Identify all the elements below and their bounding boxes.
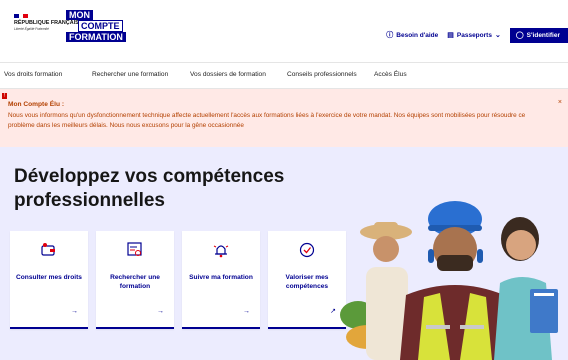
bell-icon (213, 245, 229, 258)
external-link-icon: ↗ (330, 308, 336, 315)
header-tools: ⓘ Besoin d'aide ▤ Passeports ⌄ ◯ S'ident… (386, 28, 568, 43)
check-circle-icon (299, 242, 315, 258)
nav-item-dossiers[interactable]: Vos dossiers de formation (190, 71, 266, 78)
brand-line-3: FORMATION (66, 32, 126, 42)
brand-line-2: COMPTE (78, 20, 123, 32)
user-icon: ◯ (515, 32, 524, 39)
search-document-icon (127, 242, 142, 256)
alert-message: Nous vous informons qu'un dysfonctionnem… (8, 112, 526, 129)
nav-item-droits[interactable]: Vos droits formation (4, 71, 62, 78)
alert-title: Mon Compte Élu : (8, 101, 65, 108)
passports-menu[interactable]: ▤ Passeports ⌄ (447, 32, 501, 39)
professionals-photo (340, 201, 558, 360)
help-link-label: Besoin d'aide (396, 32, 439, 39)
alert-badge: ! (2, 93, 7, 99)
help-link[interactable]: ⓘ Besoin d'aide (386, 32, 438, 39)
card-label: Consulter mes droits (16, 274, 82, 281)
card-label: Suivre ma formation (189, 274, 253, 281)
card-rechercher-formation[interactable]: Rechercher une formation → (96, 231, 174, 329)
arrow-right-icon: → (157, 308, 164, 315)
main-nav: Vos droits formation Rechercher une form… (0, 63, 568, 89)
login-button-label: S'identifier (526, 32, 560, 39)
arrow-right-icon: → (71, 308, 78, 315)
flag-icon (14, 14, 29, 18)
help-circle-icon: ⓘ (386, 32, 394, 39)
brand-line-1: MON (66, 10, 93, 20)
card-label: Valoriser mes compétences (285, 274, 329, 290)
arrow-right-icon: → (243, 308, 250, 315)
nav-item-conseils[interactable]: Conseils professionnels (287, 71, 357, 78)
chevron-down-icon: ⌄ (494, 32, 501, 39)
card-valoriser-competences[interactable]: Valoriser mes compétences ↗ (268, 231, 346, 329)
gov-motto: Liberté Égalité Fraternité (14, 27, 49, 31)
card-label: Rechercher une formation (110, 274, 160, 290)
hero-section: Développez vos compétences professionnel… (0, 147, 568, 360)
login-button[interactable]: ◯ S'identifier (509, 28, 568, 43)
card-suivre-formation[interactable]: Suivre ma formation → (182, 231, 260, 329)
republique-francaise-logo[interactable]: RÉPUBLIQUE FRANÇAISE Liberté Égalité Fra… (14, 14, 83, 32)
close-icon[interactable]: × (558, 99, 562, 106)
nav-item-rechercher[interactable]: Rechercher une formation (92, 71, 168, 78)
hero-title: Développez vos compétences professionnel… (14, 166, 285, 211)
card-consulter-droits[interactable]: Consulter mes droits → (10, 231, 88, 329)
passport-icon: ▤ (447, 32, 454, 39)
passports-label: Passeports (456, 32, 492, 39)
page: RÉPUBLIQUE FRANÇAISE Liberté Égalité Fra… (0, 0, 568, 360)
site-header: RÉPUBLIQUE FRANÇAISE Liberté Égalité Fra… (0, 0, 568, 63)
action-cards: Consulter mes droits → Rechercher une fo… (10, 231, 346, 329)
alert-banner: ! Mon Compte Élu : Nous vous informons q… (0, 89, 568, 147)
mon-compte-formation-logo[interactable]: MON COMPTE FORMATION (66, 10, 128, 42)
wallet-icon (41, 243, 55, 256)
nav-item-elus[interactable]: Accès Élus (374, 71, 407, 78)
gov-logo-text: RÉPUBLIQUE FRANÇAISE (14, 20, 83, 26)
